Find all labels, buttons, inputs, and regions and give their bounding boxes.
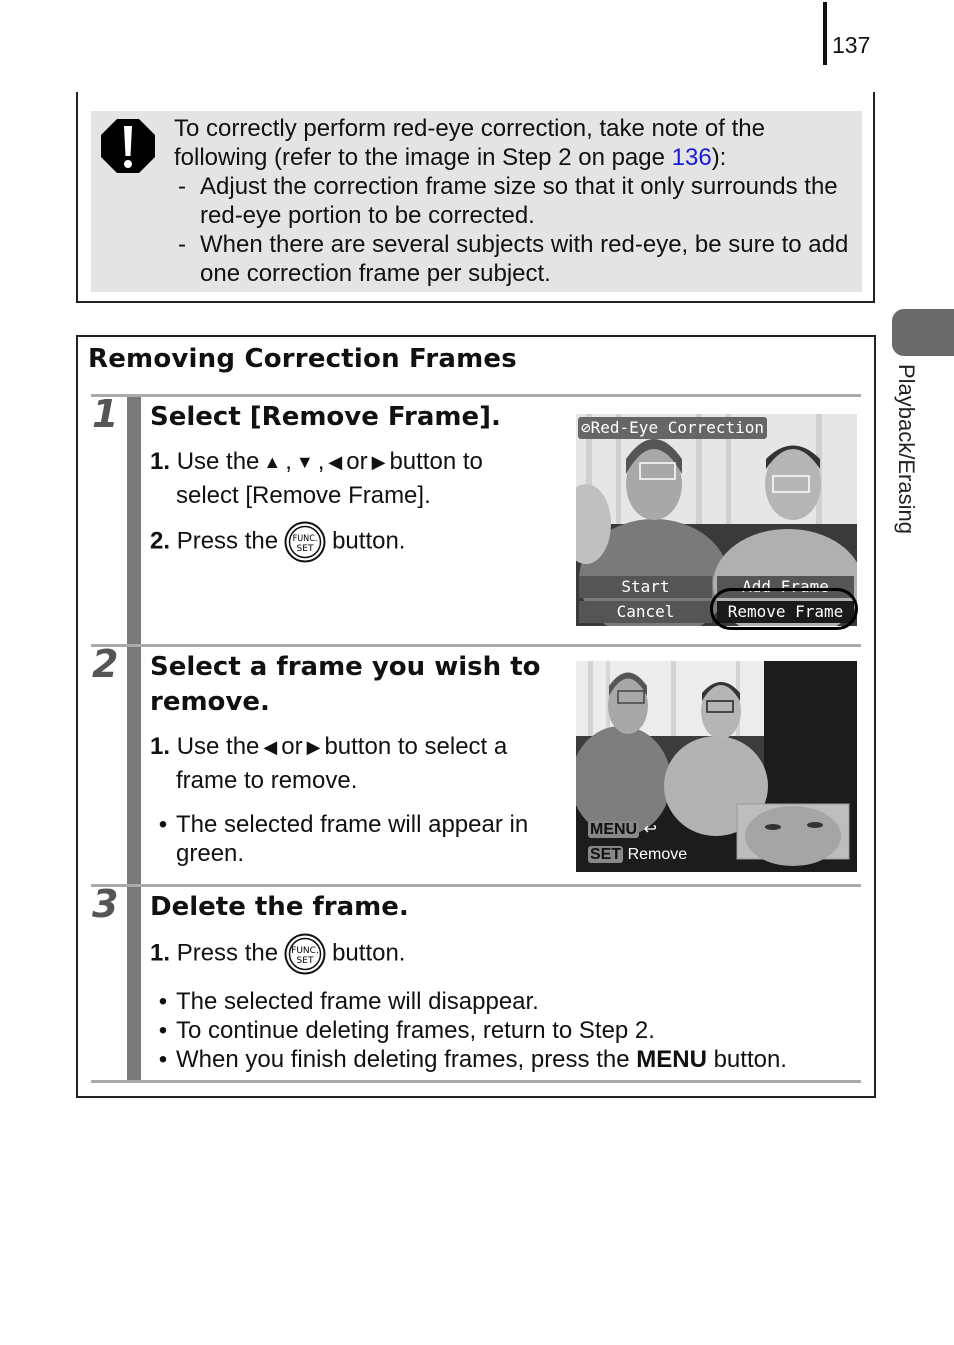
bullet-item: • To continue deleting frames, return to … <box>150 1016 850 1045</box>
page-number: 137 <box>832 32 871 58</box>
step-title-line: Select a frame you wish to <box>150 652 541 682</box>
instruction-line: 1. Press the FUNC. SET button. <box>150 933 850 975</box>
screen-title: Red-Eye Correction <box>590 418 765 437</box>
step-instructions: 1. Use the ◀ or ▶ button to select a frame t… <box>150 730 570 868</box>
arrow-left-icon: ◀ <box>328 452 343 472</box>
page-link[interactable]: 136 <box>672 144 712 171</box>
instruction-line: 1. Use the ▲, ▼, ◀ or ▶ button to <box>150 445 570 479</box>
chapter-label: Playback/Erasing <box>894 364 919 534</box>
section-title: Removing Correction Frames <box>88 344 517 374</box>
instruction-text: Press the <box>176 939 279 967</box>
caution-item: - When there are several subjects with re… <box>174 230 854 288</box>
bullet-item: • The selected frame will appear in green. <box>150 810 570 868</box>
set-hint: SET Remove <box>588 845 687 865</box>
caution-intro-end: ): <box>711 144 727 171</box>
bullet-text-line: green. <box>176 840 245 867</box>
menu-hint: MENU ↩ <box>588 820 657 840</box>
instruction-text: button. <box>332 527 406 555</box>
func-set-button-icon: FUNC.SET <box>284 933 326 975</box>
bullet-text: The selected frame will appear in green. <box>176 810 528 868</box>
step-instructions: 1. Use the ▲, ▼, ◀ or ▶ button to select [Remo… <box>150 445 570 563</box>
bullet-text-line: The selected frame will appear in <box>176 811 529 838</box>
divider <box>91 394 861 397</box>
menu-button-label: MENU <box>636 1046 707 1073</box>
instruction-text: button to select a <box>324 733 508 760</box>
set-label: SET <box>297 956 314 966</box>
instruction-text: Press the <box>176 527 279 555</box>
bullet-text: When you finish deleting frames, press t… <box>176 1045 787 1074</box>
step-instructions: 1. Press the FUNC. SET button. • The selecte… <box>150 933 850 1074</box>
instruction-text: or <box>281 733 303 760</box>
instruction-text: or <box>346 448 368 475</box>
item-number: 2. <box>150 527 171 555</box>
instruction-line: 2. Press the FUNC. SET button. <box>150 521 570 563</box>
menu-item-cancel[interactable]: Cancel <box>579 601 712 623</box>
step-bar <box>127 887 141 1080</box>
arrow-right-icon: ▶ <box>371 452 386 472</box>
page-rule <box>823 2 827 65</box>
caution-dash: - <box>178 173 186 200</box>
camera-screen-remove-frame: MENU ↩ SET Remove <box>576 661 857 872</box>
arrow-up-icon: ▲ <box>263 452 282 472</box>
step-number: 1 <box>92 392 119 436</box>
step-title: Select [Remove Frame]. <box>150 402 501 432</box>
step-title-line: remove. <box>150 687 270 717</box>
bullet: • <box>158 988 168 1015</box>
bullet-text-part: button. <box>706 1046 787 1073</box>
return-icon: ↩ <box>643 821 657 838</box>
caution-dash: - <box>178 231 186 258</box>
instruction-text: Use the <box>176 448 260 475</box>
item-number: 1. <box>150 733 171 760</box>
menu-item-start[interactable]: Start <box>579 576 712 598</box>
bullet-text: To continue deleting frames, return to S… <box>176 1017 655 1044</box>
instruction-line: 1. Use the ◀ or ▶ button to select a <box>150 730 570 764</box>
instruction-text: select [Remove Frame]. <box>176 482 431 509</box>
menu-key: MENU <box>588 821 640 838</box>
step-number: 3 <box>92 882 119 926</box>
instruction-text: button to <box>389 448 483 475</box>
caution-text: To correctly perform red-eye correction,… <box>174 114 854 288</box>
bullet-text: The selected frame will disappear. <box>176 988 539 1015</box>
arrow-right-icon: ▶ <box>306 737 321 757</box>
separator: , <box>317 448 325 475</box>
set-key: SET <box>588 846 624 863</box>
caution-intro: To correctly perform red-eye correction,… <box>174 114 854 172</box>
camera-photo <box>576 661 850 866</box>
step-bar <box>127 647 141 884</box>
set-action-label: Remove <box>627 846 688 863</box>
caution-item: - Adjust the correction frame size so tha… <box>174 172 854 230</box>
divider <box>91 644 861 647</box>
step-title: Select a frame you wish to remove. <box>150 650 540 720</box>
chapter-tab <box>892 309 954 356</box>
bullet-text-part: When you finish deleting frames, press t… <box>176 1046 637 1073</box>
bullet: • <box>158 811 168 838</box>
step-bar <box>127 397 141 644</box>
step-title: Delete the frame. <box>150 892 409 922</box>
bullet-item: • The selected frame will disappear. <box>150 987 850 1016</box>
item-number: 1. <box>150 448 171 475</box>
instruction-text: Use the <box>176 733 260 760</box>
separator: , <box>285 448 292 475</box>
selection-highlight-ring <box>710 588 858 630</box>
func-label: FUNC. <box>293 534 318 544</box>
screen-title-bar: ⊘Red-Eye Correction <box>578 417 768 439</box>
bullet: • <box>158 1046 168 1073</box>
arrow-down-icon: ▼ <box>295 452 314 472</box>
func-label: FUNC. <box>291 946 319 956</box>
divider <box>91 884 861 887</box>
item-number: 1. <box>150 939 171 967</box>
arrow-left-icon: ◀ <box>263 737 278 757</box>
instruction-text: frame to remove. <box>176 767 358 794</box>
bullet-item: • When you finish deleting frames, press … <box>150 1045 850 1074</box>
caution-item-text: When there are several subjects with red… <box>200 231 849 287</box>
divider <box>91 1080 861 1083</box>
caution-exclamation-icon <box>101 119 155 173</box>
func-set-button-icon: FUNC.SET <box>284 521 326 563</box>
instruction-text: button. <box>332 939 406 967</box>
set-label: SET <box>297 544 314 554</box>
bullet: • <box>158 1017 168 1044</box>
caution-item-text: Adjust the correction frame size so that… <box>200 173 838 229</box>
red-eye-icon: ⊘ <box>581 418 591 437</box>
step-number: 2 <box>92 642 119 686</box>
